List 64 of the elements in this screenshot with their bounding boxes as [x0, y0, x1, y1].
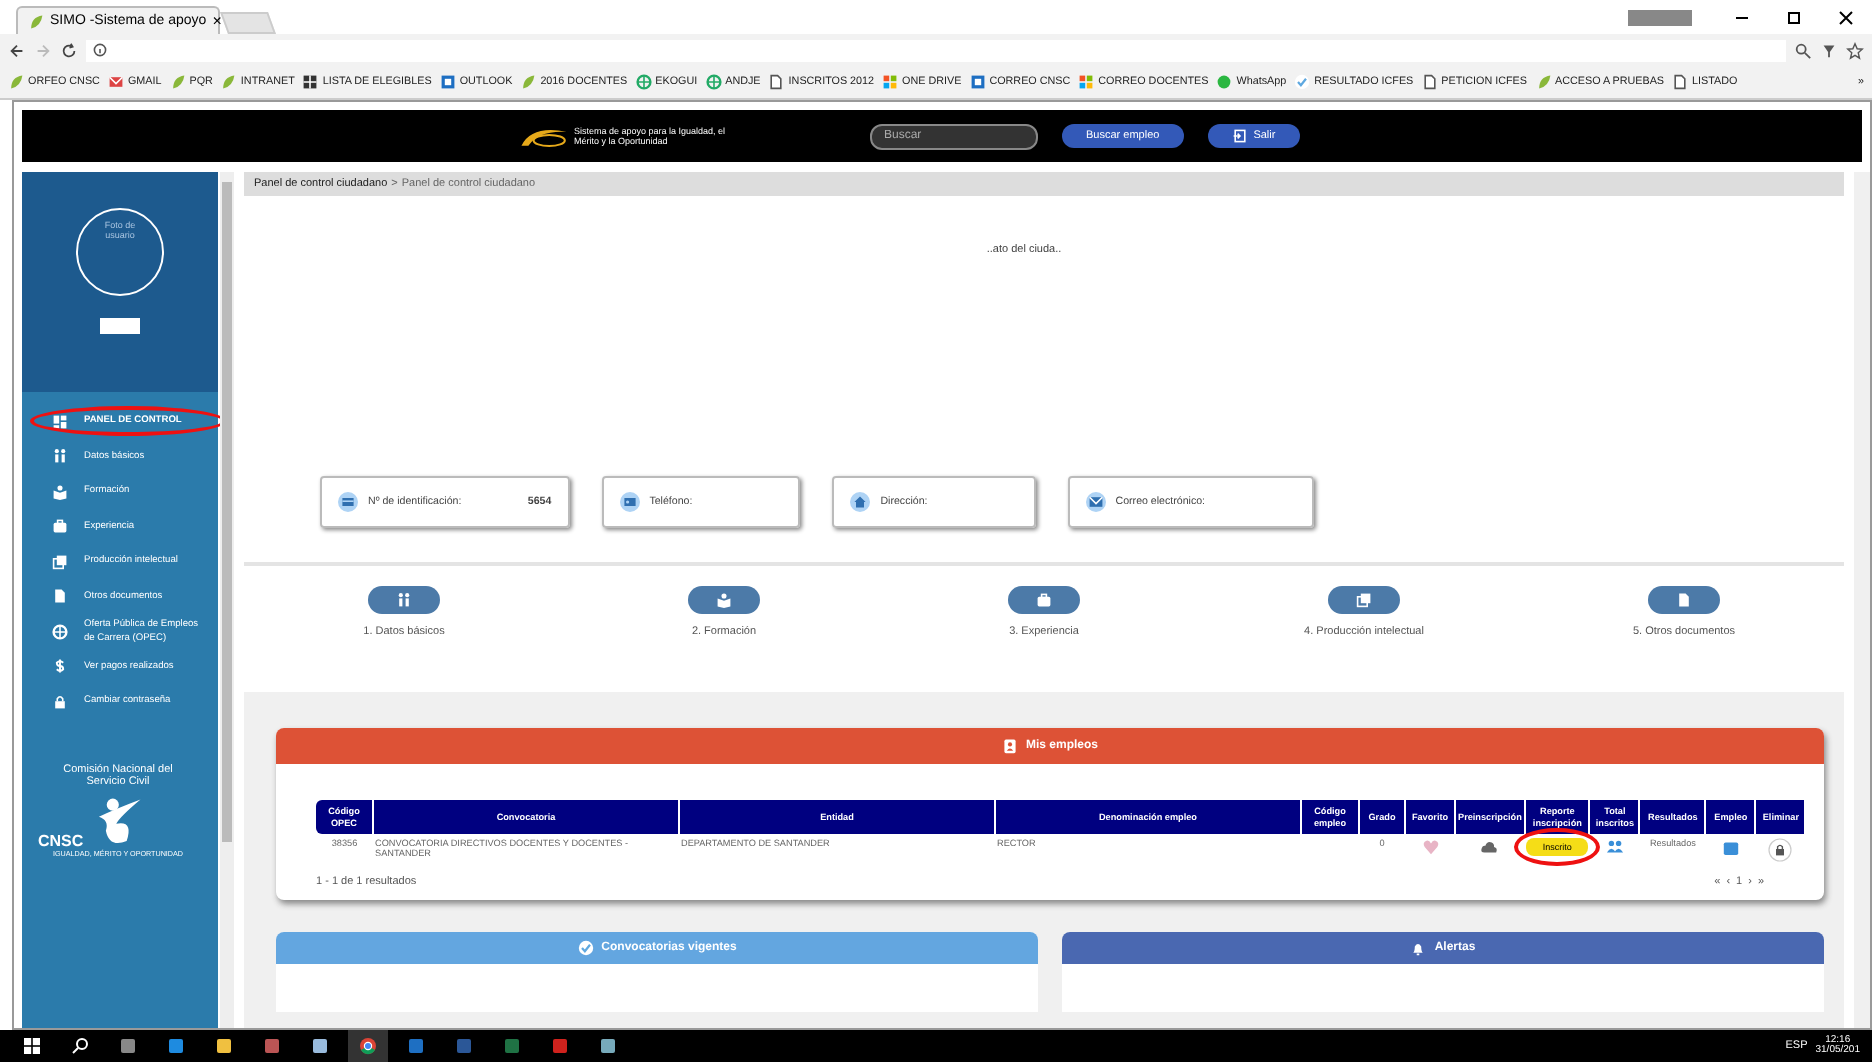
briefcase-icon[interactable]	[1721, 838, 1740, 856]
step-button[interactable]	[1008, 586, 1080, 614]
leaf-icon	[169, 74, 186, 90]
document-icon	[52, 588, 68, 605]
leaf-icon	[8, 74, 24, 90]
page-scrollbar[interactable]	[1854, 172, 1870, 1028]
briefcase-icon	[1036, 592, 1052, 608]
step-button[interactable]	[1648, 586, 1720, 614]
back-icon[interactable]	[8, 41, 26, 59]
people-icon	[396, 592, 412, 608]
reload-icon[interactable]	[60, 41, 78, 59]
check-icon	[577, 940, 594, 957]
globe-icon	[635, 74, 652, 90]
name-box	[100, 318, 140, 334]
lock-icon	[52, 693, 68, 710]
close-icon[interactable]	[1836, 7, 1856, 27]
documents-icon	[52, 553, 68, 570]
grid-icon	[302, 74, 319, 90]
bell-icon	[1410, 940, 1427, 957]
leaf-icon	[28, 13, 44, 29]
globe-icon	[705, 74, 722, 90]
mail-icon	[107, 74, 124, 90]
leaf-icon	[520, 74, 537, 90]
dollar-icon	[52, 658, 68, 675]
document-icon	[1676, 592, 1692, 608]
step-button[interactable]	[1328, 586, 1400, 614]
book-icon	[52, 483, 68, 500]
leaf-icon	[220, 74, 237, 90]
check-icon	[1294, 74, 1311, 90]
star-icon[interactable]	[1846, 41, 1864, 59]
step-button[interactable]	[688, 586, 760, 614]
dashboard-icon	[52, 413, 68, 430]
office-icon	[969, 74, 986, 90]
globe-icon	[52, 623, 68, 640]
mail-icon	[1087, 494, 1104, 510]
close-icon[interactable]: ×	[212, 12, 222, 30]
organization-acronym: CNSC	[38, 831, 84, 850]
user-badge	[1628, 9, 1692, 25]
people-icon	[52, 448, 68, 465]
page-icon	[1421, 74, 1438, 90]
exit-icon	[1231, 128, 1248, 144]
book-icon	[716, 592, 732, 608]
cloud-icon[interactable]	[1480, 838, 1499, 856]
delete-lock-button[interactable]	[1768, 838, 1793, 862]
people-icon[interactable]	[1605, 838, 1624, 856]
clipboard-icon	[1001, 738, 1018, 754]
page-icon	[768, 74, 785, 90]
zoom-icon[interactable]	[1794, 41, 1812, 59]
windows-icon	[1078, 74, 1095, 90]
card-icon	[340, 494, 356, 510]
leaf-icon	[1535, 74, 1551, 90]
windows-icon	[882, 74, 899, 90]
info-icon	[92, 42, 108, 58]
filter-icon[interactable]	[1820, 41, 1838, 59]
maximize-icon[interactable]	[1784, 7, 1804, 27]
id-card-icon	[621, 494, 638, 510]
step-button[interactable]	[368, 586, 440, 614]
page-icon	[1672, 74, 1689, 90]
scrollbar[interactable]	[220, 172, 234, 1028]
chat-icon	[1216, 74, 1233, 90]
office-icon	[439, 74, 456, 90]
documents-icon	[1356, 592, 1372, 608]
home-icon	[852, 494, 869, 510]
briefcase-icon	[52, 518, 68, 535]
